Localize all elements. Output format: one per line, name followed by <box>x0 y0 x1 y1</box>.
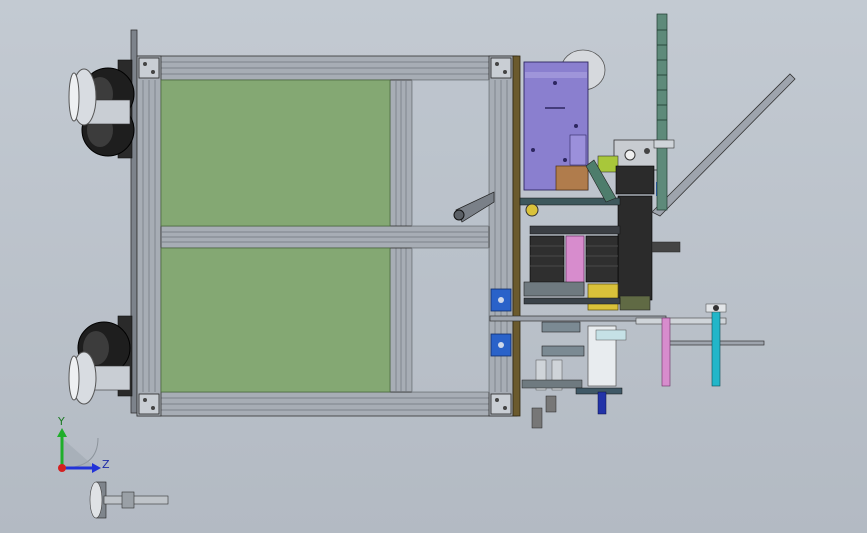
y-axis-label: Y <box>57 415 65 428</box>
threaded-rod <box>656 13 668 211</box>
z-axis-label: Z <box>102 458 110 471</box>
axis-triad: Y Z <box>57 415 110 473</box>
z-axis-arrowhead <box>92 463 101 473</box>
divider-plate <box>512 55 521 417</box>
y-axis-arrowhead <box>57 428 67 437</box>
stepper-motor <box>523 225 621 311</box>
caster-wheel <box>68 59 135 405</box>
cad-drawing[interactable]: Y Z <box>0 0 867 533</box>
axis-origin <box>58 464 66 472</box>
cad-viewport[interactable]: Y Z <box>0 0 867 533</box>
leveling-foot <box>89 481 169 519</box>
